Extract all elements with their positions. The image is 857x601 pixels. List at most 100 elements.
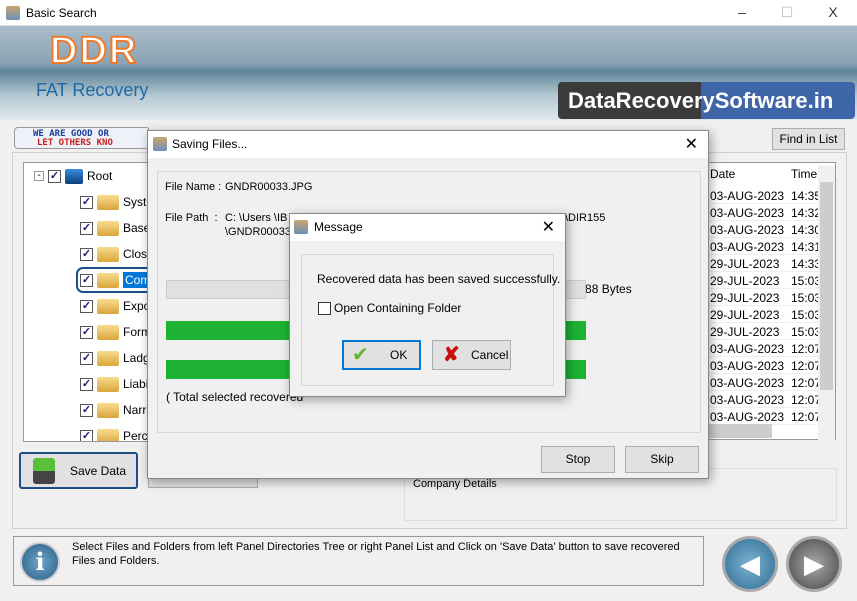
computer-icon <box>65 168 83 184</box>
time-cell: 12:07 <box>791 376 822 390</box>
open-folder-checkbox[interactable]: Open Containing Folder <box>318 301 461 315</box>
file-path-line-2: \GNDR00033 <box>225 226 292 238</box>
ok-button[interactable]: ✔ OK <box>342 340 421 370</box>
checkbox[interactable]: ✓ <box>80 351 93 365</box>
close-button[interactable]: X <box>818 4 848 22</box>
next-button[interactable]: ▶ <box>786 536 842 592</box>
column-header-date[interactable]: Date <box>710 167 735 185</box>
save-icon <box>33 458 55 484</box>
site-logo[interactable]: DataRecoverySoftware.in <box>558 82 855 119</box>
list-horizontal-scrollbar[interactable] <box>706 424 772 438</box>
tree-item[interactable]: ✓ Liabil <box>80 375 151 393</box>
tree-item[interactable]: ✓ Base <box>80 219 150 237</box>
date-cell: 29-JUL-2023 <box>710 291 780 305</box>
maximize-button[interactable]: ☐ <box>772 4 802 22</box>
time-cell: 15:03 <box>791 325 822 339</box>
cancel-label: Cancel <box>471 348 509 362</box>
tree-root[interactable]: - ✓ Root <box>34 167 112 185</box>
checkbox[interactable]: ✓ <box>80 377 93 391</box>
file-path-end: \DIR155 <box>565 212 606 224</box>
cancel-button[interactable]: ✘ Cancel <box>432 340 511 370</box>
message-text: Recovered data has been saved successful… <box>317 272 561 286</box>
date-cell: 03-AUG-2023 <box>710 206 785 220</box>
tree-item[interactable]: ✓ Form <box>80 323 151 341</box>
checkbox[interactable] <box>318 301 331 315</box>
date-cell: 29-JUL-2023 <box>710 325 780 339</box>
table-row[interactable]: 03-AUG-2023 14:31 <box>706 238 821 255</box>
tree-item[interactable]: ✓ Closi <box>80 245 150 263</box>
checkbox[interactable]: ✓ <box>80 195 93 209</box>
folder-icon <box>97 376 119 392</box>
table-row[interactable]: 29-JUL-2023 14:33 <box>706 255 821 272</box>
checkbox[interactable]: ✓ <box>48 169 61 183</box>
table-row[interactable]: 03-AUG-2023 12:07 <box>706 357 821 374</box>
tree-item[interactable]: ✓ Syste <box>80 193 153 211</box>
checkbox[interactable]: ✓ <box>80 403 93 417</box>
table-row[interactable]: 29-JUL-2023 15:03 <box>706 323 821 340</box>
tree-root-label: Root <box>87 169 113 183</box>
save-data-label: Save Data <box>70 464 127 478</box>
time-cell: 12:07 <box>791 359 822 373</box>
table-row[interactable]: 03-AUG-2023 14:30 <box>706 221 821 238</box>
file-list[interactable]: Date Time 03-AUG-2023 14:35 03-AUG-2023 14:… <box>705 162 836 440</box>
list-vertical-scrollbar[interactable] <box>818 166 835 441</box>
collapse-icon[interactable]: - <box>34 171 44 181</box>
time-cell: 14:31 <box>791 240 822 254</box>
save-data-button[interactable]: Save Data <box>19 452 138 489</box>
table-row[interactable]: 03-AUG-2023 14:32 <box>706 204 821 221</box>
site-logo-text: DataRecoverySoftware.in <box>568 88 834 113</box>
dialog-icon <box>294 220 308 234</box>
checkmark-icon: ✔ <box>352 344 369 366</box>
stop-button[interactable]: Stop <box>541 446 615 473</box>
date-cell: 03-AUG-2023 <box>710 342 785 356</box>
tree-item[interactable]: ✓ Ladg <box>80 349 150 367</box>
checkbox[interactable]: ✓ <box>80 429 93 441</box>
minimize-button[interactable]: – <box>727 4 757 22</box>
date-cell: 03-AUG-2023 <box>710 410 785 424</box>
total-summary: ( Total selected recovered <box>166 390 304 404</box>
date-cell: 03-AUG-2023 <box>710 189 785 203</box>
date-cell: 03-AUG-2023 <box>710 393 785 407</box>
time-cell: 12:07 <box>791 393 822 407</box>
close-icon[interactable]: ✕ <box>542 217 555 237</box>
folder-icon <box>97 428 119 441</box>
time-cell: 14:33 <box>791 257 822 271</box>
time-cell: 15:03 <box>791 308 822 322</box>
folder-icon <box>97 324 119 340</box>
checkbox[interactable]: ✓ <box>80 221 93 235</box>
table-row[interactable]: 03-AUG-2023 12:07 <box>706 374 821 391</box>
file-name-value: GNDR00033.JPG <box>225 181 313 193</box>
skip-button[interactable]: Skip <box>625 446 699 473</box>
time-cell: 14:30 <box>791 223 822 237</box>
header-banner: DDR FAT Recovery DataRecoverySoftware.in <box>0 26 857 120</box>
column-header-time[interactable]: Time <box>791 167 817 185</box>
table-row[interactable]: 03-AUG-2023 12:07 <box>706 340 821 357</box>
back-button[interactable]: ◀ <box>722 536 778 592</box>
time-cell: 12:07 <box>791 410 822 424</box>
dialog-icon <box>153 137 167 151</box>
tree-item[interactable]: ✓ Narra <box>80 401 153 419</box>
date-cell: 29-JUL-2023 <box>710 308 780 322</box>
feedback-line-2: LET OTHERS KNO <box>37 138 113 148</box>
table-row[interactable]: 29-JUL-2023 15:03 <box>706 289 821 306</box>
feedback-banner[interactable]: WE ARE GOOD OR LET OTHERS KNO <box>14 127 150 149</box>
find-in-list-button[interactable]: Find in List <box>772 128 845 150</box>
table-row[interactable]: 29-JUL-2023 15:03 <box>706 272 821 289</box>
table-row[interactable]: 29-JUL-2023 15:03 <box>706 306 821 323</box>
product-name: FAT Recovery <box>36 80 149 100</box>
time-cell: 15:03 <box>791 274 822 288</box>
close-icon[interactable]: ✕ <box>685 134 698 154</box>
checkbox[interactable]: ✓ <box>80 299 93 313</box>
table-row[interactable]: 03-AUG-2023 14:35 <box>706 187 821 204</box>
checkbox[interactable]: ✓ <box>80 273 93 287</box>
status-message: Select Files and Folders from left Panel… <box>13 536 704 586</box>
tree-item[interactable]: ✓ Perce <box>80 427 154 441</box>
tree-item[interactable]: ✓ Expo <box>80 297 150 315</box>
checkbox[interactable]: ✓ <box>80 325 93 339</box>
tree-item-label: Ladg <box>123 351 150 365</box>
folder-icon <box>97 298 119 314</box>
date-cell: 29-JUL-2023 <box>710 274 780 288</box>
checkbox[interactable]: ✓ <box>80 247 93 261</box>
table-row[interactable]: 03-AUG-2023 12:07 <box>706 408 821 425</box>
table-row[interactable]: 03-AUG-2023 12:07 <box>706 391 821 408</box>
